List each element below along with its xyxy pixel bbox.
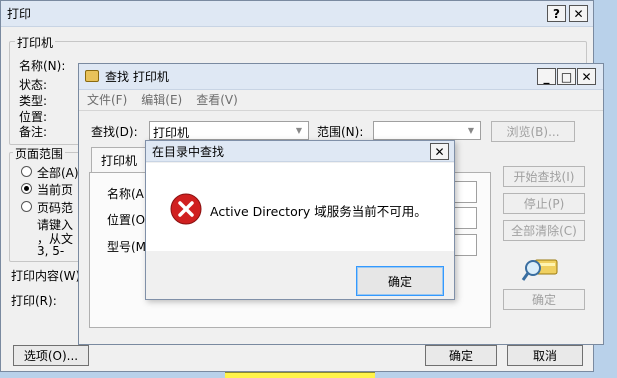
find-dialog-titlebar: 查找 打印机	[79, 64, 603, 90]
find-location-field[interactable]	[453, 207, 477, 229]
printer-name-label: 名称(N):	[19, 59, 66, 73]
tab-printer[interactable]: 打印机	[91, 147, 147, 173]
find-ok-button[interactable]: 确定	[503, 289, 585, 310]
find-printer-icon	[85, 70, 99, 82]
print-dialog-title: 打印	[7, 7, 32, 21]
print-content-label: 打印内容(W)	[11, 269, 81, 283]
search-magnifier-icon	[521, 254, 561, 284]
range-hint-3: 3, 5-	[37, 244, 65, 258]
radio-all[interactable]	[21, 166, 32, 177]
find-location-label: 位置(O	[107, 213, 146, 227]
menu-view[interactable]: 查看(V)	[196, 91, 238, 108]
stop-button[interactable]: 停止(P)	[503, 193, 585, 214]
error-close-button[interactable]: ✕	[430, 143, 449, 160]
find-combo-arrow-icon: ▼	[295, 126, 303, 135]
print-cancel-button[interactable]: 取消	[507, 345, 583, 366]
find-combo[interactable]: 打印机 ▼	[149, 121, 309, 140]
find-model-field[interactable]	[453, 234, 477, 256]
find-close-button[interactable]: ✕	[577, 68, 596, 85]
print-ok-button[interactable]: 确定	[425, 345, 497, 366]
scope-label: 范围(N):	[317, 125, 364, 139]
find-minimize-button[interactable]: _	[537, 68, 556, 85]
find-dialog-title: 查找 打印机	[105, 70, 169, 84]
menu-edit[interactable]: 编辑(E)	[141, 91, 182, 108]
error-icon	[170, 193, 202, 225]
printer-comment-label: 备注:	[19, 125, 48, 139]
printer-type-label: 类型:	[19, 94, 48, 108]
radio-all-label: 全部(A)	[37, 166, 79, 180]
clear-all-button[interactable]: 全部清除(C)	[503, 220, 585, 241]
scope-combo-arrow-icon: ▼	[467, 126, 475, 135]
print-label: 打印(R):	[11, 294, 57, 308]
find-model-label: 型号(M	[107, 240, 147, 254]
error-titlebar: 在目录中查找	[146, 141, 454, 162]
find-combo-value: 打印机	[153, 126, 190, 140]
printer-group-title: 打印机	[15, 34, 56, 51]
print-dialog-titlebar: 打印	[1, 1, 593, 27]
page-range-title: 页面范围	[13, 145, 66, 162]
error-ok-button[interactable]: 确定	[356, 266, 444, 296]
error-message: Active Directory 域服务当前不可用。	[210, 204, 427, 219]
error-title: 在目录中查找	[152, 144, 225, 159]
find-label: 查找(D):	[91, 125, 138, 139]
radio-range-label: 页码范	[37, 201, 74, 215]
radio-current-label: 当前页	[37, 183, 74, 197]
help-button[interactable]: ?	[547, 5, 566, 22]
menu-file[interactable]: 文件(F)	[87, 91, 127, 108]
start-find-button[interactable]: 开始查找(I)	[503, 166, 585, 187]
find-name-label: 名称(A	[107, 187, 144, 201]
browse-button[interactable]: 浏览(B)...	[491, 121, 575, 142]
tab-printer-label: 打印机	[100, 154, 137, 168]
find-name-field[interactable]	[453, 181, 477, 203]
printer-status-label: 状态:	[19, 78, 48, 92]
scope-combo[interactable]: ▼	[373, 121, 481, 140]
find-maximize-button[interactable]: □	[557, 68, 576, 85]
error-message-box: 在目录中查找 ✕ Active Directory 域服务当前不可用。 确定	[145, 140, 455, 300]
options-button[interactable]: 选项(O)...	[13, 345, 89, 366]
radio-current-page[interactable]	[21, 183, 32, 194]
find-menubar: 文件(F) 编辑(E) 查看(V)	[87, 91, 238, 108]
menubar-divider	[79, 110, 603, 111]
radio-page-range[interactable]	[21, 201, 32, 212]
desktop-fragment	[225, 372, 375, 378]
close-button[interactable]: ✕	[569, 5, 588, 22]
